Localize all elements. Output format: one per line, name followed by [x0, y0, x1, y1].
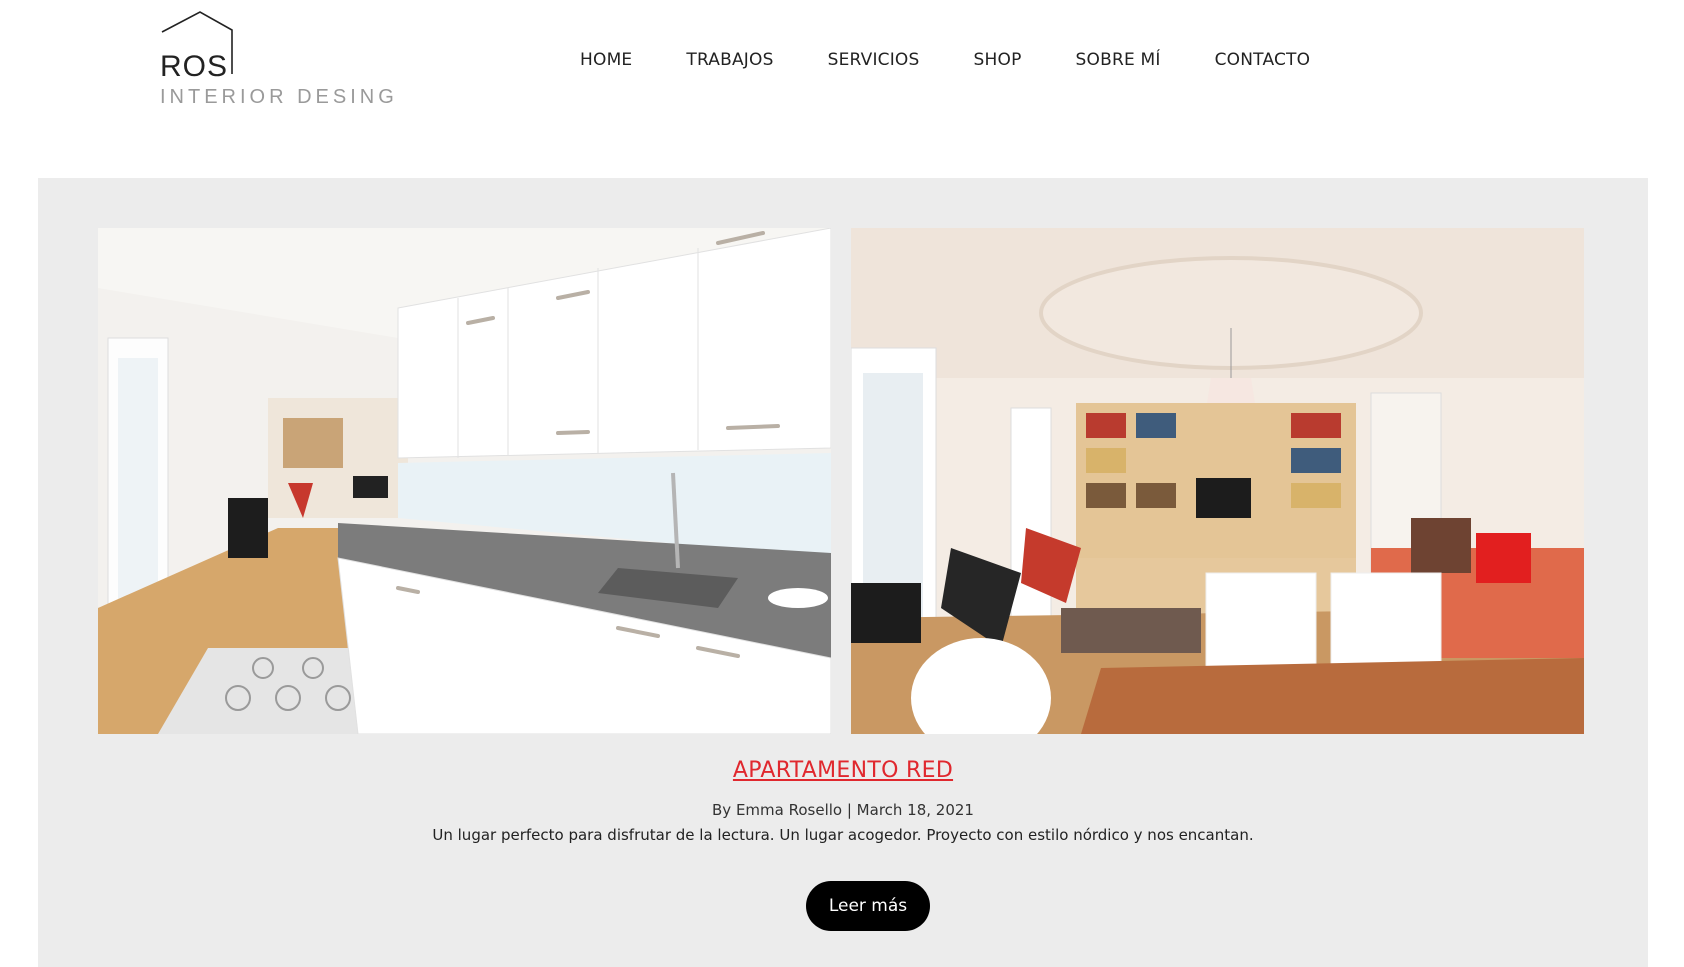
nav-item-trabajos[interactable]: TRABAJOS [686, 50, 773, 70]
post-meta: By Emma Rosello | March 18, 2021 [712, 801, 974, 819]
post-excerpt: Un lugar perfecto para disfrutar de la l… [432, 826, 1254, 844]
main-nav: HOME TRABAJOS SERVICIOS SHOP SOBRE MÍ CO… [580, 50, 1310, 70]
living-room-photo[interactable] [851, 228, 1584, 734]
site-logo[interactable]: ROS INTERIOR DESING [160, 10, 394, 110]
logo-tagline: INTERIOR DESING [160, 86, 398, 108]
nav-item-sobre-mi[interactable]: SOBRE MÍ [1076, 50, 1161, 70]
nav-item-contacto[interactable]: CONTACTO [1215, 50, 1311, 70]
logo-name: ROS [160, 50, 229, 83]
nav-item-shop[interactable]: SHOP [974, 50, 1022, 70]
nav-item-servicios[interactable]: SERVICIOS [828, 50, 920, 70]
post-card: APARTAMENTO RED By Emma Rosello | March … [38, 178, 1648, 967]
kitchen-photo[interactable] [98, 228, 831, 734]
post-title-link[interactable]: APARTAMENTO RED [38, 758, 1648, 783]
read-more-button[interactable]: Leer más [806, 881, 930, 931]
nav-item-home[interactable]: HOME [580, 50, 632, 70]
site-header: ROS INTERIOR DESING HOME TRABAJOS SERVIC… [0, 0, 1684, 180]
